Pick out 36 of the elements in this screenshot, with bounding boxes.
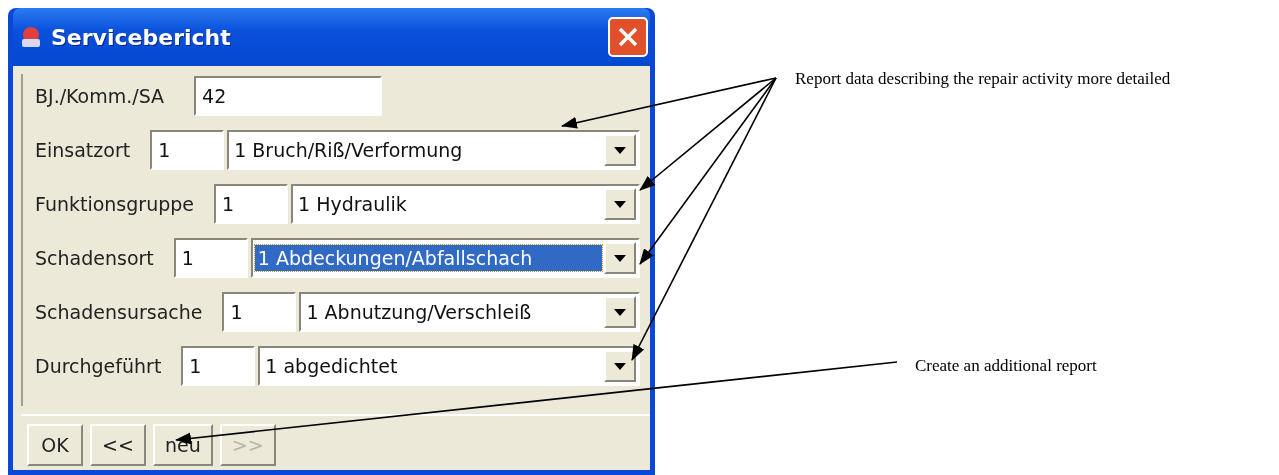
window-title: Servicebericht (51, 24, 232, 50)
dropdown-button[interactable] (604, 242, 636, 274)
close-icon (617, 26, 639, 48)
dropdown-button[interactable] (604, 134, 636, 166)
code-field[interactable]: 1 (150, 130, 225, 170)
field-label: Durchgeführt (35, 355, 162, 377)
dropdown[interactable]: 1 Abnutzung/Verschleiß (299, 292, 640, 332)
code-field[interactable]: 1 (222, 292, 297, 332)
dropdown-button[interactable] (604, 296, 636, 328)
annotation-text: Create an additional report (915, 356, 1097, 376)
dropdown[interactable]: 1 Abdeckungen/Abfallschach (250, 238, 640, 278)
code-field[interactable]: 1 (214, 184, 288, 224)
dropdown[interactable]: 1 Hydraulik (291, 184, 640, 224)
caret-icon (614, 308, 626, 316)
dialog-button[interactable]: OK (27, 424, 83, 466)
caret-icon (614, 200, 626, 208)
app-icon (19, 26, 43, 48)
caret-icon (614, 254, 626, 262)
close-button[interactable] (608, 17, 648, 57)
dialog-button[interactable]: << (90, 424, 146, 466)
annotation-text: Report data describing the repair activity more detailed (795, 69, 1171, 89)
input-field[interactable]: 42 (194, 76, 383, 116)
caret-icon (614, 146, 626, 154)
dropdown[interactable]: 1 Bruch/Riß/Verformung (227, 130, 640, 170)
dialog-button[interactable]: neu (153, 424, 213, 466)
code-field[interactable]: 1 (181, 346, 256, 386)
dropdown-button[interactable] (604, 350, 636, 382)
dropdown-button[interactable] (604, 188, 636, 220)
field-label: Schadensursache (35, 301, 203, 323)
caret-icon (614, 362, 626, 370)
field-label: Funktionsgruppe (35, 193, 194, 215)
field-label: Einsatzort (35, 139, 131, 161)
code-field[interactable]: 1 (173, 238, 248, 278)
field-label: BJ./Komm./SA (35, 85, 165, 107)
dropdown[interactable]: 1 abgedichtet (258, 346, 640, 386)
field-label: Schadensort (35, 247, 154, 269)
